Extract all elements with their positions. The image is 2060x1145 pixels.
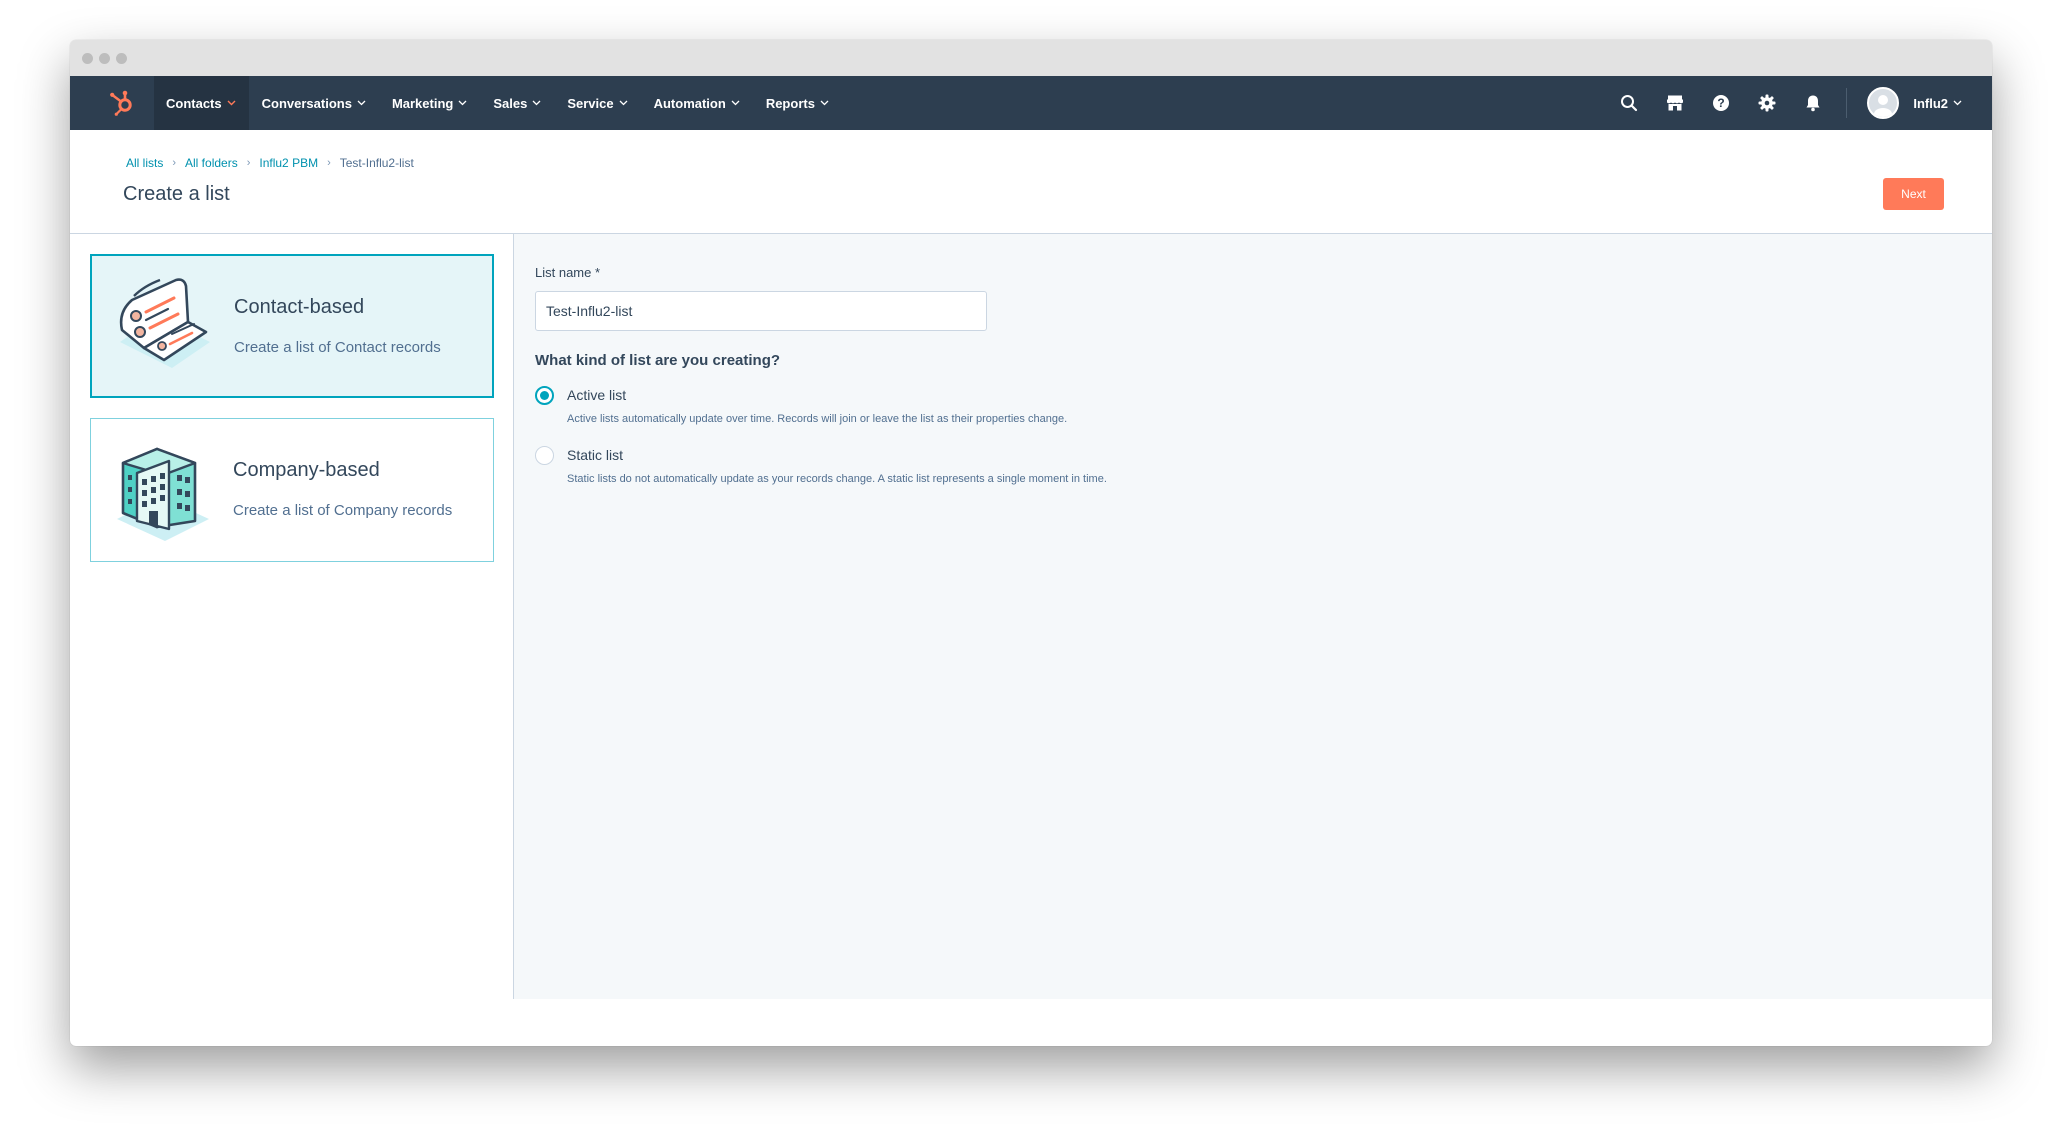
chevron-down-icon bbox=[1953, 100, 1962, 106]
card-title: Contact-based bbox=[234, 296, 365, 318]
page-title: Create a list bbox=[123, 183, 230, 205]
menu-sales-label: Sales bbox=[493, 95, 528, 111]
menu-reports[interactable]: Reports bbox=[753, 76, 842, 130]
list-kind-question: What kind of list are you creating? bbox=[535, 352, 781, 369]
svg-text:?: ? bbox=[1718, 96, 1725, 110]
menu-service[interactable]: Service bbox=[554, 76, 640, 130]
settings-button[interactable] bbox=[1744, 76, 1790, 130]
active-list-help: Active lists automatically update over t… bbox=[567, 413, 1068, 425]
chevron-right-icon: › bbox=[327, 157, 331, 169]
next-button[interactable]: Next bbox=[1883, 178, 1944, 210]
list-settings-form: List name * What kind of list are you cr… bbox=[514, 234, 1992, 999]
chevron-down-icon bbox=[619, 100, 628, 106]
list-type-panel: Contact-based Create a list of Contact r… bbox=[70, 234, 514, 999]
window-close-dot[interactable] bbox=[82, 53, 93, 64]
menu-conversations[interactable]: Conversations bbox=[249, 76, 379, 130]
list-name-input[interactable] bbox=[535, 291, 987, 331]
menu-reports-label: Reports bbox=[765, 95, 815, 111]
page-header: All lists › All folders › Influ2 PBM › T… bbox=[70, 130, 1992, 234]
menu-automation[interactable]: Automation bbox=[641, 76, 753, 130]
card-title: Company-based bbox=[233, 459, 380, 481]
nav-divider bbox=[1846, 88, 1848, 118]
top-navbar: Contacts Conversations Marketing Sales S… bbox=[70, 76, 1992, 130]
breadcrumb-all-folders[interactable]: All folders bbox=[185, 156, 238, 170]
static-list-radio[interactable] bbox=[535, 446, 554, 465]
breadcrumb-all-lists[interactable]: All lists bbox=[126, 156, 163, 170]
menu-marketing[interactable]: Marketing bbox=[379, 76, 480, 130]
list-name-label: List name * bbox=[535, 265, 601, 280]
company-building-illustration-icon bbox=[117, 447, 209, 541]
notifications-icon bbox=[1806, 95, 1820, 112]
menu-service-label: Service bbox=[567, 95, 614, 111]
window-minimize-dot[interactable] bbox=[99, 53, 110, 64]
notifications-button[interactable] bbox=[1790, 76, 1836, 130]
chevron-down-icon bbox=[820, 100, 829, 106]
card-description: Create a list of Company records bbox=[233, 502, 453, 519]
window-titlebar bbox=[70, 40, 1992, 76]
chevron-right-icon: › bbox=[172, 157, 177, 169]
menu-contacts-label: Contacts bbox=[166, 95, 222, 111]
user-name: Influ2 bbox=[1913, 95, 1948, 111]
breadcrumb-current: Test-Influ2-list bbox=[339, 156, 414, 170]
chevron-down-icon bbox=[227, 100, 236, 106]
menu-automation-label: Automation bbox=[653, 95, 726, 111]
breadcrumb-folder[interactable]: Influ2 PBM bbox=[259, 156, 318, 170]
search-button[interactable] bbox=[1606, 76, 1652, 130]
card-description: Create a list of Contact records bbox=[234, 339, 441, 356]
main-menu: Contacts Conversations Marketing Sales S… bbox=[154, 76, 842, 130]
company-based-card[interactable]: Company-based Create a list of Company r… bbox=[90, 418, 494, 562]
nav-icon-group: ? Influ2 bbox=[1606, 76, 1962, 130]
chevron-down-icon bbox=[532, 100, 541, 106]
chevron-right-icon: › bbox=[246, 157, 251, 169]
breadcrumb: All lists › All folders › Influ2 PBM › T… bbox=[126, 156, 414, 170]
static-list-help: Static lists do not automatically update… bbox=[567, 473, 1107, 485]
contact-based-card[interactable]: Contact-based Create a list of Contact r… bbox=[90, 254, 494, 398]
contact-records-illustration-icon bbox=[119, 278, 210, 368]
user-menu[interactable]: Influ2 bbox=[1857, 76, 1962, 130]
menu-conversations-label: Conversations bbox=[261, 95, 352, 111]
menu-contacts[interactable]: Contacts bbox=[154, 76, 249, 130]
help-icon: ? bbox=[1713, 95, 1730, 111]
window-maximize-dot[interactable] bbox=[116, 53, 127, 64]
settings-icon bbox=[1758, 94, 1776, 112]
menu-marketing-label: Marketing bbox=[391, 95, 454, 111]
chevron-down-icon bbox=[731, 100, 740, 106]
browser-window: Contacts Conversations Marketing Sales S… bbox=[70, 40, 1992, 1046]
avatar bbox=[1867, 87, 1900, 119]
marketplace-button[interactable] bbox=[1652, 76, 1698, 130]
static-list-label[interactable]: Static list bbox=[567, 447, 623, 463]
marketplace-icon bbox=[1667, 95, 1684, 111]
active-list-radio[interactable] bbox=[535, 386, 554, 405]
help-button[interactable]: ? bbox=[1698, 76, 1744, 130]
menu-sales[interactable]: Sales bbox=[480, 76, 554, 130]
user-placeholder-icon bbox=[1874, 95, 1893, 117]
active-list-label[interactable]: Active list bbox=[567, 387, 626, 403]
chevron-down-icon bbox=[458, 100, 467, 106]
hubspot-logo-icon[interactable] bbox=[108, 89, 136, 117]
chevron-down-icon bbox=[357, 100, 366, 106]
main-content: Contact-based Create a list of Contact r… bbox=[70, 234, 1992, 999]
search-icon bbox=[1621, 95, 1638, 112]
